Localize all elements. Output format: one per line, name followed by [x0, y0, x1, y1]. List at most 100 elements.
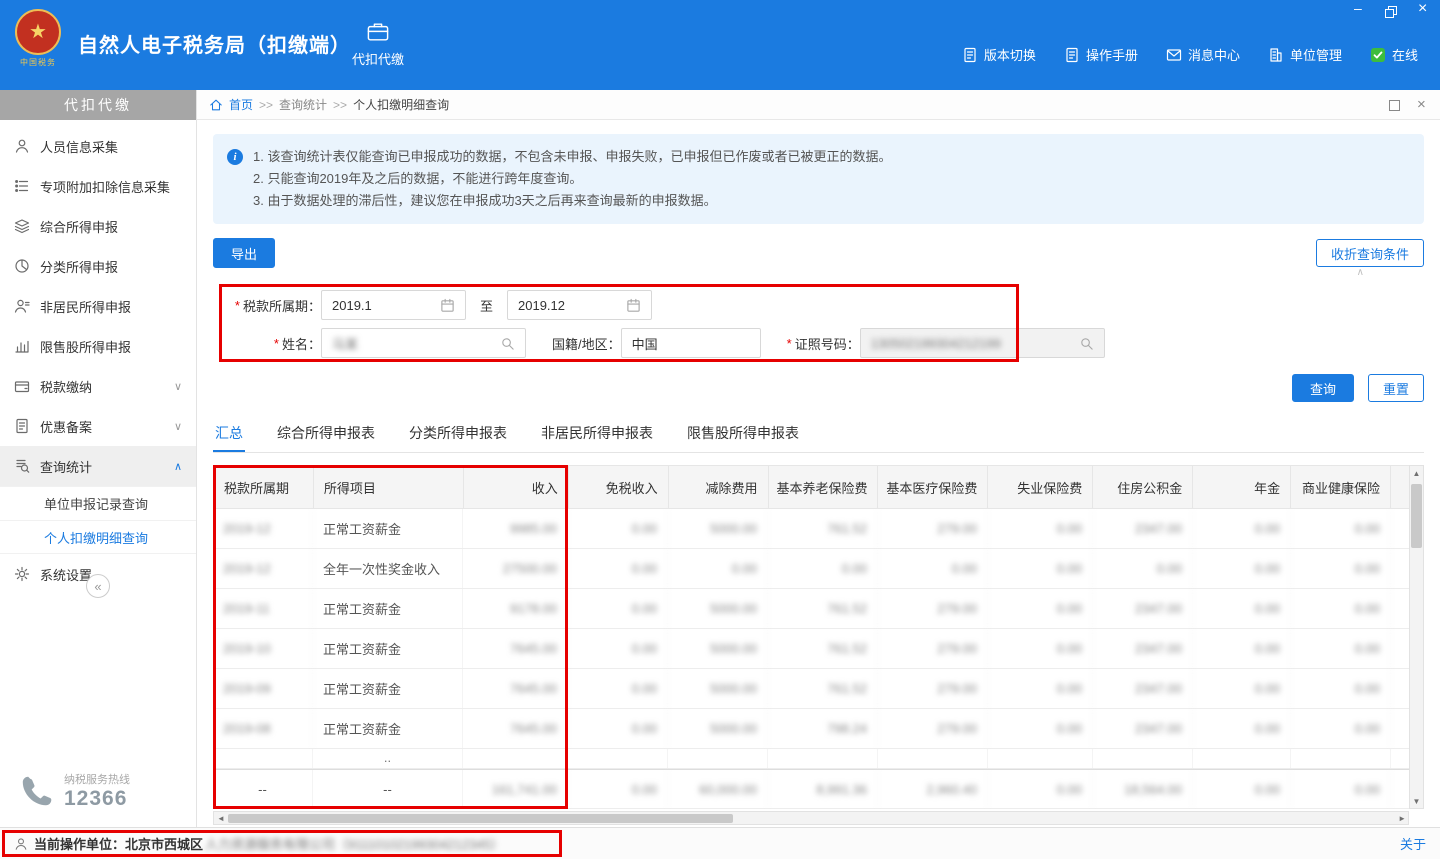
table-cell: 9985.00 — [463, 509, 568, 548]
chevron-down-icon — [174, 420, 182, 433]
module-tab-withholding[interactable]: 代扣代缴 — [352, 20, 404, 68]
chevron-up-icon — [1357, 268, 1364, 278]
header-link-unit-management[interactable]: 单位管理 — [1268, 45, 1342, 64]
sidebar-item[interactable]: 税款缴纳 — [0, 366, 196, 406]
column-header: 基本医疗保险费 — [878, 466, 988, 508]
sidebar-item[interactable]: 优惠备案 — [0, 406, 196, 446]
id-number-input[interactable]: 130502199304212199 — [860, 328, 1105, 358]
table-cell: -- — [213, 770, 313, 808]
about-link[interactable]: 关于 — [1400, 834, 1426, 853]
horizontal-scroll-thumb[interactable] — [228, 814, 733, 823]
building-icon — [1268, 47, 1284, 63]
result-tab[interactable]: 综合所得申报表 — [275, 416, 377, 452]
name-label: *姓名： — [213, 334, 321, 353]
header-link-manual[interactable]: 操作手册 — [1064, 45, 1138, 64]
doc-icon — [1064, 47, 1080, 63]
search-icon[interactable] — [1079, 336, 1094, 351]
calendar-icon[interactable] — [440, 298, 455, 313]
table-cell: 5000.00 — [668, 589, 768, 628]
breadcrumb-item[interactable]: 个人扣缴明细查询 — [353, 96, 449, 113]
filter-row-person: *姓名： 马某 国籍/地区： 中国 *证照号码： 130502199304212… — [213, 328, 1424, 358]
person-icon — [14, 138, 30, 154]
scroll-up-icon[interactable] — [1413, 466, 1421, 480]
column-header: 基本养老保险费 — [769, 466, 879, 508]
scroll-right-icon[interactable] — [1396, 814, 1406, 823]
horizontal-scroll-track[interactable] — [226, 814, 1396, 823]
chart-icon — [14, 338, 30, 354]
export-button[interactable]: 导出 — [213, 238, 275, 268]
table-cell: 0.00 — [988, 589, 1093, 628]
period-end-input[interactable]: 2019.12 — [507, 290, 652, 320]
table-cell: 0.00 — [568, 629, 668, 668]
scroll-left-icon[interactable] — [216, 814, 226, 823]
table-cell: 7645.00 — [463, 629, 568, 668]
table-cell: 279.00 — [878, 629, 988, 668]
horizontal-scrollbar[interactable] — [213, 811, 1409, 825]
name-input[interactable]: 马某 — [321, 328, 526, 358]
reset-button[interactable]: 重置 — [1368, 374, 1424, 402]
header-link-online-status[interactable]: 在线 — [1370, 45, 1418, 64]
table-cell — [1093, 749, 1193, 768]
required-asterisk: * — [274, 336, 279, 351]
name-value: 马某 — [332, 334, 358, 353]
layers-icon — [14, 218, 30, 234]
table-cell: 8,991.36 — [768, 770, 878, 808]
id-number-value: 130502199304212199 — [871, 336, 1001, 351]
notice-line: 3. 由于数据处理的滞后性，建议您在申报成功3天之后再来查询最新的申报数据。 — [253, 190, 1408, 212]
search-icon[interactable] — [500, 336, 515, 351]
name-label-text: 姓名： — [282, 334, 321, 353]
close-icon[interactable] — [1416, 4, 1430, 18]
period-label: *税款所属期： — [213, 296, 321, 315]
sidebar-item[interactable]: 查询统计 — [0, 446, 196, 486]
table-cell: 0.00 — [568, 669, 668, 708]
sidebar-item[interactable]: 专项附加扣除信息采集 — [0, 166, 196, 206]
sidebar-item[interactable]: 人员信息采集 — [0, 126, 196, 166]
table-wrap: 税款所属期所得项目收入免税收入减除费用基本养老保险费基本医疗保险费失业保险费住房… — [213, 465, 1424, 809]
period-start-input[interactable]: 2019.1 — [321, 290, 466, 320]
vertical-scroll-thumb[interactable] — [1411, 484, 1422, 548]
emblem-icon — [15, 9, 61, 55]
sidebar-item[interactable]: 综合所得申报 — [0, 206, 196, 246]
header-link-message-center[interactable]: 消息中心 — [1166, 45, 1240, 64]
result-tab[interactable]: 限售股所得申报表 — [685, 416, 801, 452]
chevron-down-icon — [174, 380, 182, 393]
table-cell: 2019-08 — [213, 709, 313, 748]
table-cell: 2019-12 — [213, 549, 313, 588]
vertical-scrollbar[interactable] — [1409, 465, 1424, 809]
breadcrumb-item[interactable]: 首页 — [229, 96, 253, 113]
sidebar-item-label: 查询统计 — [40, 457, 92, 476]
sidebar-item[interactable]: 分类所得申报 — [0, 246, 196, 286]
id-label-text: 证照号码： — [795, 334, 860, 353]
result-tab[interactable]: 分类所得申报表 — [407, 416, 509, 452]
query-button[interactable]: 查询 — [1292, 374, 1354, 402]
minimize-icon[interactable] — [1352, 4, 1366, 18]
breadcrumb-item[interactable]: 查询统计 — [279, 96, 327, 113]
collapse-filter-button[interactable]: 收折查询条件 — [1316, 239, 1424, 267]
sidebar-subitem[interactable]: 单位申报记录查询 — [0, 486, 196, 520]
table-cell: 5000.00 — [668, 709, 768, 748]
pane-controls — [1388, 99, 1428, 111]
region-input[interactable]: 中国 — [621, 328, 761, 358]
result-tab[interactable]: 非居民所得申报表 — [539, 416, 655, 452]
header-link-version-switch[interactable]: 版本切换 — [962, 45, 1036, 64]
result-tab[interactable]: 汇总 — [213, 416, 245, 452]
restore-icon[interactable] — [1384, 4, 1398, 18]
column-header: 税款所属期 — [214, 466, 314, 508]
pane-close-icon[interactable] — [1416, 99, 1428, 111]
sidebar-collapse-button[interactable]: « — [86, 574, 110, 598]
table-cell: 0.00 — [568, 709, 668, 748]
table-cell: 2019-12 — [213, 509, 313, 548]
sidebar-subitem[interactable]: 个人扣缴明细查询 — [0, 520, 196, 554]
tax-emblem-logo: 中国税务 — [10, 9, 66, 68]
sidebar-item[interactable]: 限售股所得申报 — [0, 326, 196, 366]
calendar-icon[interactable] — [626, 298, 641, 313]
table-cell: 0.00 — [1193, 770, 1291, 808]
table-cell: 2,960.40 — [878, 770, 988, 808]
brand: 中国税务 自然人电子税务局（扣缴端） — [10, 9, 351, 68]
pane-restore-icon[interactable] — [1388, 99, 1400, 111]
sidebar-item[interactable]: 非居民所得申报 — [0, 286, 196, 326]
column-header: 收入 — [464, 466, 569, 508]
id-label: *证照号码： — [787, 334, 860, 353]
scroll-down-icon[interactable] — [1413, 794, 1421, 808]
table-cell — [768, 749, 878, 768]
